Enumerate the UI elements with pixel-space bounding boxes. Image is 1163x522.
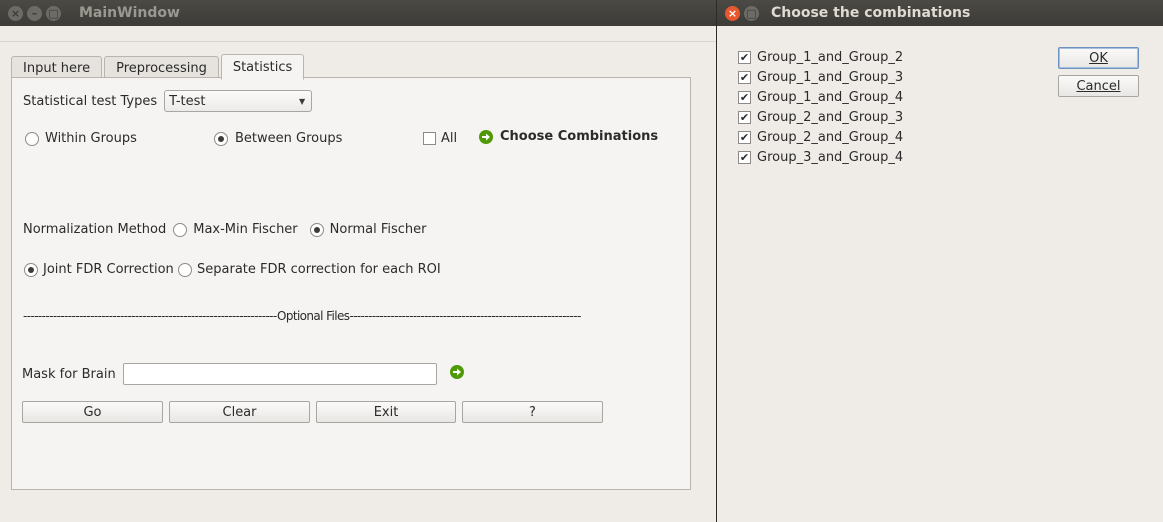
normal-fischer-option[interactable]: Normal Fischer [309, 222, 427, 237]
statistical-test-select[interactable]: T-test ▼ [164, 90, 313, 112]
joint-fdr-label: Joint FDR Correction [43, 262, 174, 277]
maximize-icon[interactable]: □ [744, 5, 759, 21]
within-groups-option[interactable]: Within Groups [25, 131, 137, 146]
combination-list: ✔ Group_1_and_Group_2 ✔ Group_1_and_Grou… [738, 47, 903, 167]
go-button[interactable]: Go [22, 401, 163, 423]
combination-item[interactable]: ✔ Group_2_and_Group_3 [738, 107, 903, 127]
minimize-icon[interactable]: – [27, 5, 42, 21]
ok-button-label: OK [1089, 50, 1108, 66]
normal-fischer-radio[interactable] [309, 222, 324, 237]
separate-fdr-radio[interactable] [178, 262, 192, 277]
main-window: × – □ MainWindow Input here Preprocessin… [0, 0, 716, 522]
close-icon[interactable]: × [725, 5, 740, 21]
tab-statistics[interactable]: Statistics [220, 54, 305, 80]
check-icon[interactable]: ✔ [738, 90, 751, 104]
statistical-test-label: Statistical test Types [23, 93, 158, 109]
combination-label: Group_1_and_Group_4 [757, 89, 904, 105]
combination-item[interactable]: ✔ Group_1_and_Group_3 [738, 67, 903, 87]
combination-item[interactable]: ✔ Group_2_and_Group_4 [738, 127, 903, 147]
separate-fdr-label: Separate FDR correction for each ROI [197, 262, 441, 277]
statistics-panel: Statistical test Types T-test ▼ Within G… [11, 77, 691, 490]
go-button-label: Go [83, 404, 102, 420]
exit-button-label: Exit [373, 404, 399, 420]
optional-files-separator: ----------------------------------------… [23, 309, 581, 323]
help-button[interactable]: ? [462, 401, 603, 423]
within-groups-radio[interactable] [25, 131, 39, 146]
clear-button[interactable]: Clear [169, 401, 310, 423]
tab-label: Preprocessing [116, 61, 207, 76]
help-button-label: ? [529, 404, 536, 420]
max-min-fischer-label: Max-Min Fischer [193, 222, 298, 237]
check-icon[interactable]: ✔ [738, 110, 751, 124]
combination-label: Group_3_and_Group_4 [757, 149, 904, 165]
combination-label: Group_2_and_Group_4 [757, 129, 904, 145]
check-icon[interactable]: ✔ [738, 150, 751, 164]
check-icon[interactable]: ✔ [738, 50, 751, 64]
dialog-title: Choose the combinations [771, 5, 971, 21]
statistical-test-value: T-test [169, 93, 206, 109]
window-title: MainWindow [79, 5, 180, 21]
close-icon[interactable]: × [8, 5, 23, 21]
check-icon[interactable]: ✔ [738, 70, 751, 84]
combinations-dialog: × □ Choose the combinations ✔ Group_1_an… [716, 0, 1163, 522]
between-groups-option[interactable]: Between Groups [214, 131, 342, 146]
combination-label: Group_1_and_Group_3 [757, 69, 904, 85]
max-min-fischer-option[interactable]: Max-Min Fischer [173, 222, 298, 237]
joint-fdr-option[interactable]: Joint FDR Correction [24, 262, 174, 277]
exit-button[interactable]: Exit [316, 401, 456, 423]
all-option[interactable]: All [423, 131, 457, 146]
all-label: All [441, 131, 458, 146]
combination-item[interactable]: ✔ Group_3_and_Group_4 [738, 147, 903, 167]
within-groups-label: Within Groups [45, 131, 137, 146]
between-groups-radio[interactable] [214, 131, 228, 146]
mask-input[interactable] [122, 363, 437, 385]
max-min-fischer-radio[interactable] [173, 222, 188, 237]
all-checkbox[interactable] [423, 132, 436, 145]
choose-combinations-button[interactable]: Choose Combinations [479, 129, 658, 144]
choose-combinations-label: Choose Combinations [500, 129, 659, 144]
combination-label: Group_1_and_Group_2 [757, 49, 904, 65]
ok-button[interactable]: OK [1058, 47, 1139, 69]
combination-label: Group_2_and_Group_3 [757, 109, 904, 125]
dropdown-arrow-icon: ▼ [298, 96, 306, 106]
separate-fdr-option[interactable]: Separate FDR correction for each ROI [178, 262, 441, 277]
combination-item[interactable]: ✔ Group_1_and_Group_4 [738, 87, 903, 107]
tab-label: Statistics [232, 59, 293, 75]
green-arrow-icon[interactable] [449, 365, 464, 379]
clear-button-label: Clear [222, 404, 257, 420]
main-titlebar: × – □ MainWindow [0, 0, 716, 26]
maximize-icon[interactable]: □ [46, 5, 61, 21]
combination-item[interactable]: ✔ Group_1_and_Group_2 [738, 47, 903, 67]
cancel-button-label: Cancel [1076, 78, 1121, 94]
normalization-label: Normalization Method [23, 222, 167, 237]
dialog-titlebar: × □ Choose the combinations [717, 0, 1163, 26]
green-arrow-icon [479, 129, 493, 144]
mask-label: Mask for Brain [22, 366, 116, 382]
joint-fdr-radio[interactable] [24, 262, 38, 277]
tab-label: Input here [23, 61, 91, 76]
cancel-button[interactable]: Cancel [1058, 75, 1139, 97]
normal-fischer-label: Normal Fischer [329, 222, 427, 237]
menubar-divider [0, 41, 716, 42]
check-icon[interactable]: ✔ [738, 130, 751, 144]
between-groups-label: Between Groups [235, 131, 343, 146]
